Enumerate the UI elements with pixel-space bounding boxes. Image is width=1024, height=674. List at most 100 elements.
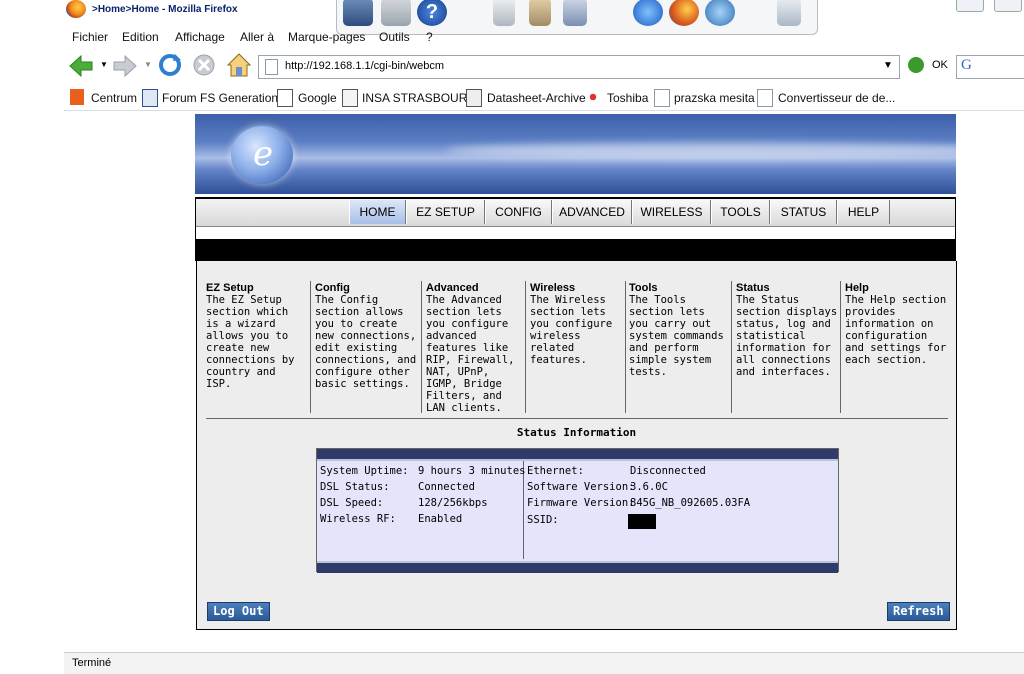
title-bar: >Home>Home - Mozilla Firefox ? [0,0,1024,35]
bookmark-page-icon [654,89,670,107]
tab-status[interactable]: STATUS [770,200,837,224]
menu-affichage[interactable]: Affichage [175,30,225,44]
column-divider [421,281,422,413]
section-title[interactable]: Wireless [530,282,624,294]
section-help: Help The Help section provides informati… [845,282,949,366]
stop-icon[interactable] [192,53,216,77]
refresh-button[interactable]: Refresh [887,602,950,621]
minimize-button[interactable] [956,0,984,12]
section-title[interactable]: Tools [629,282,729,294]
go-icon[interactable] [908,57,924,73]
section-title[interactable]: EZ Setup [206,282,304,294]
forward-dropdown-icon[interactable]: ▼ [144,60,152,69]
bookmark-centrum[interactable]: Centrum [91,91,137,105]
banner-light-streak [445,142,956,158]
media-player-icon[interactable] [633,0,663,26]
page-icon [265,59,278,75]
desktop-icon[interactable] [343,0,373,26]
status-information-panel: System Uptime: 9 hours 3 minutes DSL Sta… [316,448,839,573]
log-out-button[interactable]: Log Out [207,602,270,621]
menu-edition[interactable]: Edition [122,30,159,44]
section-title[interactable]: Config [315,282,419,294]
tab-ez-setup[interactable]: EZ SETUP [406,200,485,224]
bookmark-icon [586,89,600,105]
panel-footer-bar [317,561,838,573]
menu-outils[interactable]: Outils [379,30,410,44]
tab-help[interactable]: HELP [837,200,890,224]
bookmark-forum-fs[interactable]: Forum FS Generation [162,91,278,105]
help-icon[interactable]: ? [417,0,447,26]
back-icon[interactable] [68,54,94,78]
section-ez-setup: EZ Setup The EZ Setup section which is a… [206,282,304,390]
menu-aller[interactable]: Aller à [240,30,274,44]
tab-config[interactable]: CONFIG [485,200,552,224]
column-divider [625,281,626,413]
section-title[interactable]: Advanced [426,282,521,294]
section-description: The Advanced section lets you configure … [426,294,515,414]
status-label: System Uptime: [320,465,409,477]
section-advanced: Advanced The Advanced section lets you c… [426,282,521,414]
bookmark-datasheet[interactable]: Datasheet-Archive [487,91,586,105]
tab-advanced[interactable]: ADVANCED [552,200,632,224]
home-icon[interactable] [226,52,252,78]
bookmark-insa[interactable]: INSA STRASBOURG [362,91,477,105]
reload-icon[interactable] [158,53,182,77]
forward-icon[interactable] [112,54,138,78]
status-value: Enabled [418,513,463,525]
bookmark-prazska[interactable]: prazska mesita [674,91,755,105]
window-controls [952,0,1024,12]
search-input[interactable]: G [956,55,1024,79]
files-icon[interactable] [563,0,587,26]
section-title[interactable]: Status [736,282,838,294]
header-bar [195,239,956,261]
bookmark-icon [142,89,158,107]
bookmark-toshiba[interactable]: Toshiba [607,91,648,105]
folder-icon[interactable] [381,0,411,26]
url-text[interactable]: http://192.168.1.1/cgi-bin/webcm [285,60,444,72]
tab-home[interactable]: HOME [349,200,406,224]
maximize-button[interactable] [994,0,1022,12]
status-label: DSL Status: [320,481,390,493]
globe-icon[interactable] [705,0,735,26]
bookmark-google[interactable]: Google [298,91,337,105]
menu-fichier[interactable]: Fichier [72,30,108,44]
url-dropdown-icon[interactable]: ▼ [883,60,893,71]
bookmark-icon [70,89,84,105]
book-icon[interactable] [529,0,551,26]
window-title: >Home>Home - Mozilla Firefox [92,4,238,15]
firefox-icon[interactable] [669,0,699,26]
column-divider [525,281,526,413]
router-logo-icon: e [231,126,293,184]
status-label: Software Version: [527,481,635,493]
menu-marque-pages[interactable]: Marque-pages [288,30,365,44]
router-banner: e [195,114,956,194]
section-description: The Config section allows you to create … [315,294,417,390]
document-icon[interactable] [493,0,515,26]
column-divider [310,281,311,413]
status-value: 3.6.0C [630,481,668,493]
tab-tools[interactable]: TOOLS [711,200,770,224]
section-status: Status The Status section displays statu… [736,282,838,378]
firefox-logo-icon [66,0,86,18]
back-dropdown-icon[interactable]: ▼ [100,60,108,69]
status-text: Terminé [72,657,112,669]
column-divider [731,281,732,413]
column-divider [840,281,841,413]
section-description: The Help section provides information on… [845,294,947,366]
ssid-value-redacted [628,514,656,529]
section-description: The Status section displays status, log … [736,294,838,378]
menu-help[interactable]: ? [426,30,433,44]
google-search-icon[interactable]: G [961,57,972,74]
tab-wireless[interactable]: WIRELESS [632,200,711,224]
section-tools: Tools The Tools section lets you carry o… [629,282,729,378]
bookmark-convertisseur[interactable]: Convertisseur de de... [778,91,895,105]
status-value: 845G_NB_092605.03FA [630,497,751,509]
section-config: Config The Config section allows you to … [315,282,419,390]
recycle-bin-icon[interactable] [777,0,801,26]
panel-header-bar [317,449,838,461]
section-title[interactable]: Help [845,282,949,294]
go-button[interactable]: OK [932,59,948,71]
status-label: Ethernet: [527,465,584,477]
url-bar[interactable]: http://192.168.1.1/cgi-bin/webcm ▼ [258,55,900,79]
status-value: Connected [418,481,475,493]
